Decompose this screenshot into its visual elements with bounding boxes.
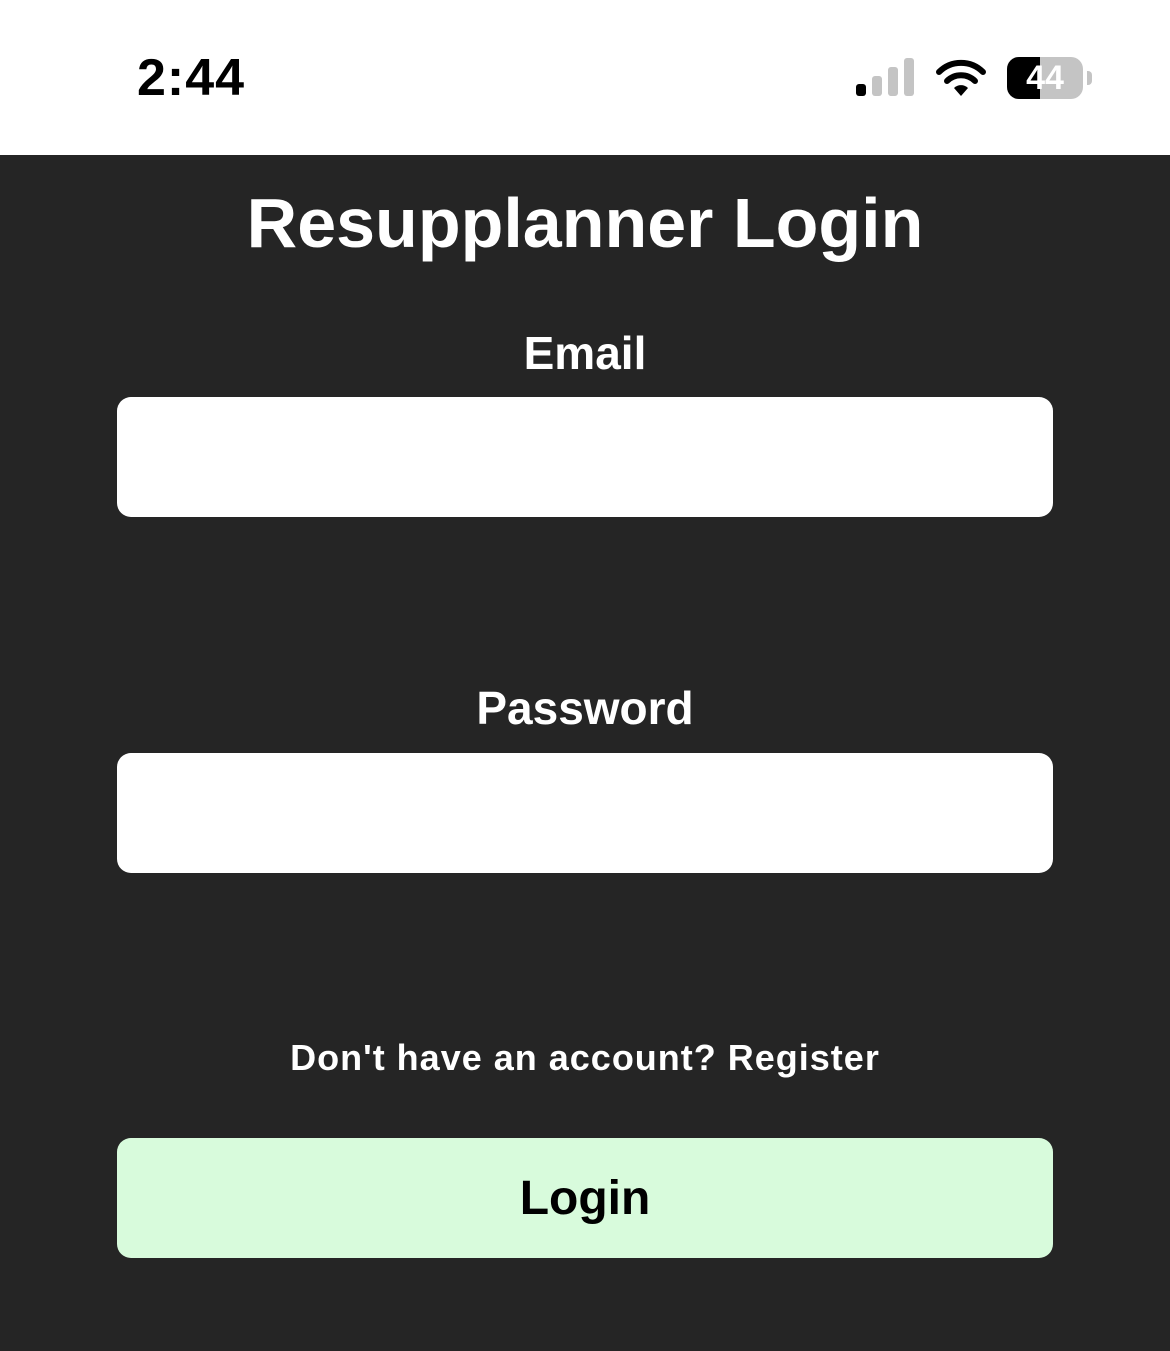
register-link[interactable]: Don't have an account? Register <box>0 1035 1170 1081</box>
email-field[interactable] <box>117 397 1053 517</box>
status-bar: 2:44 44 <box>0 0 1170 155</box>
password-field[interactable] <box>117 753 1053 873</box>
cellular-signal-icon <box>856 58 914 96</box>
battery-icon: 44 <box>1007 57 1093 99</box>
email-label: Email <box>523 327 647 379</box>
login-button[interactable]: Login <box>117 1138 1053 1258</box>
password-label: Password <box>476 682 694 734</box>
status-time: 2:44 <box>137 49 246 107</box>
wifi-icon <box>936 59 986 96</box>
page-title: Resupplanner Login <box>246 184 924 262</box>
battery-level: 44 <box>1026 59 1064 97</box>
